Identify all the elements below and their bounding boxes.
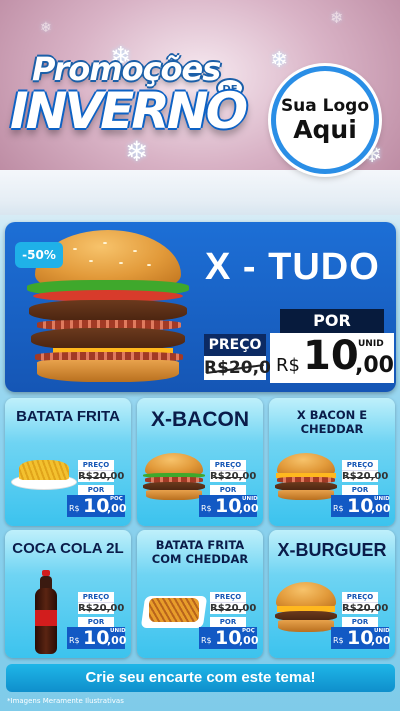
por-label: POR	[78, 485, 114, 495]
new-price: R$ 10 UNID ,00	[199, 495, 259, 517]
price-box: PREÇO R$20,00 POR R$10 UNID,00	[199, 460, 259, 517]
price-box: PREÇO R$20,00 POR R$10 UNID,00	[331, 592, 391, 649]
old-price: R$20,00	[78, 602, 124, 614]
cheddar-burger-image	[273, 453, 339, 503]
product-card-batata-frita[interactable]: BATATA FRITA PREÇO R$20,00 POR R$10 POÇ,…	[5, 398, 131, 526]
promo-title: Promoções DE INVERNO	[10, 50, 250, 170]
new-price: R$ 10 UNID ,00	[67, 627, 127, 649]
product-card-x-bacon-cheddar[interactable]: X BACON E CHEDDAR PREÇO R$20,00 POR R$10…	[269, 398, 395, 526]
featured-old-price: R$20,00	[204, 356, 283, 380]
new-price: R$ 10 POÇ ,00	[199, 627, 259, 649]
preco-label: PREÇO	[78, 460, 114, 470]
snowflake-icon: ❄	[270, 48, 289, 73]
product-card-batata-cheddar[interactable]: BATATA FRITA COM CHEDDAR PREÇO R$20,00 P…	[137, 530, 263, 658]
product-title: BATATA FRITA	[16, 408, 120, 425]
price-box: PREÇO R$20,00 POR R$10 POÇ,00	[67, 460, 127, 517]
por-label: POR	[210, 485, 246, 495]
promo-title-main: INVERNO	[10, 82, 248, 140]
preco-label: PREÇO	[210, 592, 246, 602]
new-price: R$ 10 POÇ ,00	[67, 495, 127, 517]
product-card-x-bacon[interactable]: X-BACON PREÇO R$20,00 POR R$10 UNID,00	[137, 398, 263, 526]
snow-ground	[0, 170, 400, 215]
product-card-coca-cola[interactable]: COCA COLA 2L PREÇO R$20,00 POR R$10 UNID…	[5, 530, 131, 658]
logo-line2: Aqui	[293, 115, 357, 145]
product-title: BATATA FRITA COM CHEDDAR	[151, 538, 249, 566]
por-label: POR	[210, 617, 246, 627]
new-price: R$ 10 UNID ,00	[331, 627, 391, 649]
featured-title: X - TUDO	[205, 246, 380, 288]
header-banner: ❄ ❄ ❄ ❄ ❄ ❄ Promoções DE INVERNO Sua Log…	[0, 0, 400, 215]
product-card-x-burguer[interactable]: X-BURGUER PREÇO R$20,00 POR R$10 UNID,00	[269, 530, 395, 658]
product-title: X-BACON	[151, 408, 249, 431]
disclaimer-text: *Imagens Meramente Ilustrativas	[7, 697, 124, 705]
preco-label: PREÇO	[210, 460, 246, 470]
por-label: POR	[342, 617, 378, 627]
cheddar-fries-image	[140, 590, 208, 630]
old-price: R$20,00	[78, 470, 124, 482]
discount-badge: -50%	[15, 242, 63, 268]
por-label: POR	[78, 617, 114, 627]
por-label: POR	[342, 485, 378, 495]
old-price: R$20,00	[342, 470, 388, 482]
preco-label: PREÇO	[342, 592, 378, 602]
cheeseburger-image	[273, 582, 339, 636]
bacon-burger-image	[141, 453, 207, 503]
old-price: R$20,00	[342, 602, 388, 614]
preco-label: PREÇO	[342, 460, 378, 470]
create-flyer-button[interactable]: Crie seu encarte com este tema!	[6, 664, 395, 692]
logo-line1: Sua Logo	[280, 96, 370, 117]
product-title: X BACON E CHEDDAR	[296, 408, 368, 436]
preco-label: PREÇO	[78, 592, 114, 602]
price-box: PREÇO R$20,00 POR R$10 POÇ,00	[199, 592, 259, 649]
product-title: X-BURGUER	[277, 540, 387, 560]
old-price: R$20,00	[210, 602, 256, 614]
featured-product-card[interactable]: -50% X - TUDO PREÇO R$20,00 POR R$ 10 UN…	[5, 222, 396, 392]
cola-bottle-image	[33, 570, 59, 656]
price-box: PREÇO R$20,00 POR R$10 UNID,00	[67, 592, 127, 649]
featured-price: R$ 10 UNID ,00	[270, 333, 394, 383]
logo-placeholder[interactable]: Sua Logo Aqui	[271, 66, 379, 174]
new-price: R$ 10 UNID ,00	[331, 495, 391, 517]
snowflake-icon: ❄	[330, 8, 344, 27]
product-title: COCA COLA 2L	[12, 540, 124, 557]
price-box: PREÇO R$20,00 POR R$10 UNID,00	[331, 460, 391, 517]
old-price: R$20,00	[210, 470, 256, 482]
snowflake-icon: ❄	[40, 20, 52, 36]
featured-preco-label: PREÇO	[204, 334, 266, 356]
featured-por-label: POR	[280, 309, 384, 333]
